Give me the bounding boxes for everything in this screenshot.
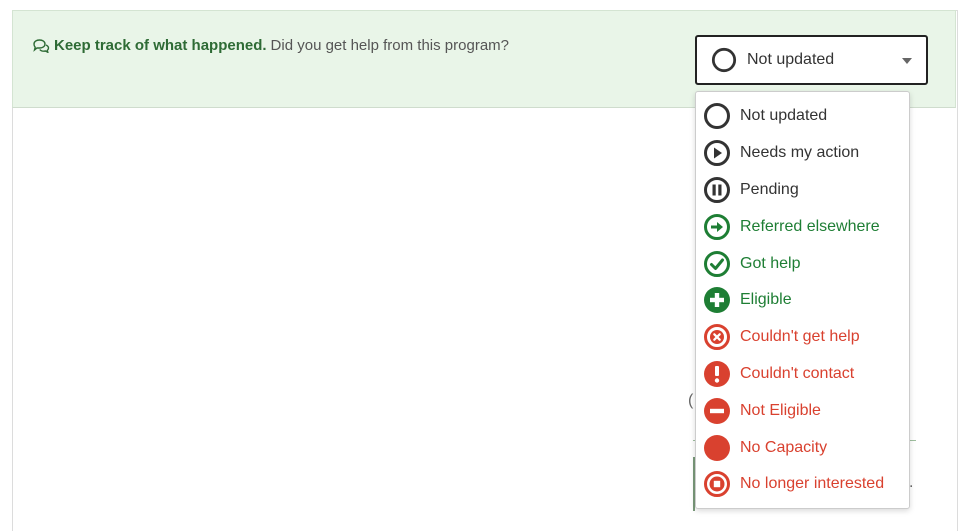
prompt-heading: Keep track of what happened. bbox=[54, 37, 267, 54]
comments-icon bbox=[33, 38, 50, 53]
filled-circle-icon bbox=[704, 434, 730, 461]
plus-circle-icon bbox=[704, 287, 730, 314]
option-label: Couldn't get help bbox=[740, 328, 860, 346]
prompt-question: Did you get help from this program? bbox=[270, 37, 509, 54]
option-not-updated[interactable]: Not updated bbox=[696, 98, 909, 135]
option-pending[interactable]: Pending bbox=[696, 172, 909, 209]
obscured-content: ( bbox=[688, 392, 694, 409]
arrow-right-circle-icon bbox=[704, 213, 730, 240]
option-eligible[interactable]: Eligible bbox=[696, 282, 909, 319]
option-got-help[interactable]: Got help bbox=[696, 245, 909, 282]
circle-outline-icon bbox=[704, 103, 730, 130]
x-circle-icon bbox=[704, 324, 730, 351]
option-no-capacity[interactable]: No Capacity bbox=[696, 429, 909, 466]
status-select-value: Not updated bbox=[747, 51, 835, 68]
option-label: Needs my action bbox=[740, 144, 860, 162]
option-label: Couldn't contact bbox=[740, 364, 855, 382]
check-circle-icon bbox=[704, 250, 730, 277]
option-label: Not updated bbox=[740, 107, 828, 125]
option-not-eligible[interactable]: Not Eligible bbox=[696, 392, 909, 429]
option-label: Not Eligible bbox=[740, 401, 821, 419]
exclamation-circle-icon bbox=[704, 360, 730, 387]
option-couldnt-get-help[interactable]: Couldn't get help bbox=[696, 319, 909, 356]
option-label: No longer interested bbox=[740, 475, 885, 493]
stop-circle-icon bbox=[704, 471, 730, 498]
play-circle-icon bbox=[704, 140, 730, 167]
option-label: Eligible bbox=[740, 291, 792, 309]
option-label: Referred elsewhere bbox=[740, 217, 880, 235]
status-select[interactable]: Not updated bbox=[695, 35, 928, 85]
option-needs-my-action[interactable]: Needs my action bbox=[696, 135, 909, 172]
option-couldnt-contact[interactable]: Couldn't contact bbox=[696, 356, 909, 393]
option-label: No Capacity bbox=[740, 438, 828, 456]
status-dropdown-menu: Not updated Needs my action Pending Refe… bbox=[695, 91, 910, 509]
status-prompt: Keep track of what happened. Did you get… bbox=[32, 37, 509, 54]
chevron-down-icon[interactable] bbox=[902, 58, 912, 64]
circle-outline-icon bbox=[711, 47, 737, 73]
option-label: Pending bbox=[740, 180, 799, 198]
minus-circle-icon bbox=[704, 397, 730, 424]
option-referred-elsewhere[interactable]: Referred elsewhere bbox=[696, 208, 909, 245]
pause-circle-icon bbox=[704, 176, 730, 203]
option-no-longer-interested[interactable]: No longer interested bbox=[696, 466, 909, 503]
option-label: Got help bbox=[740, 254, 801, 272]
